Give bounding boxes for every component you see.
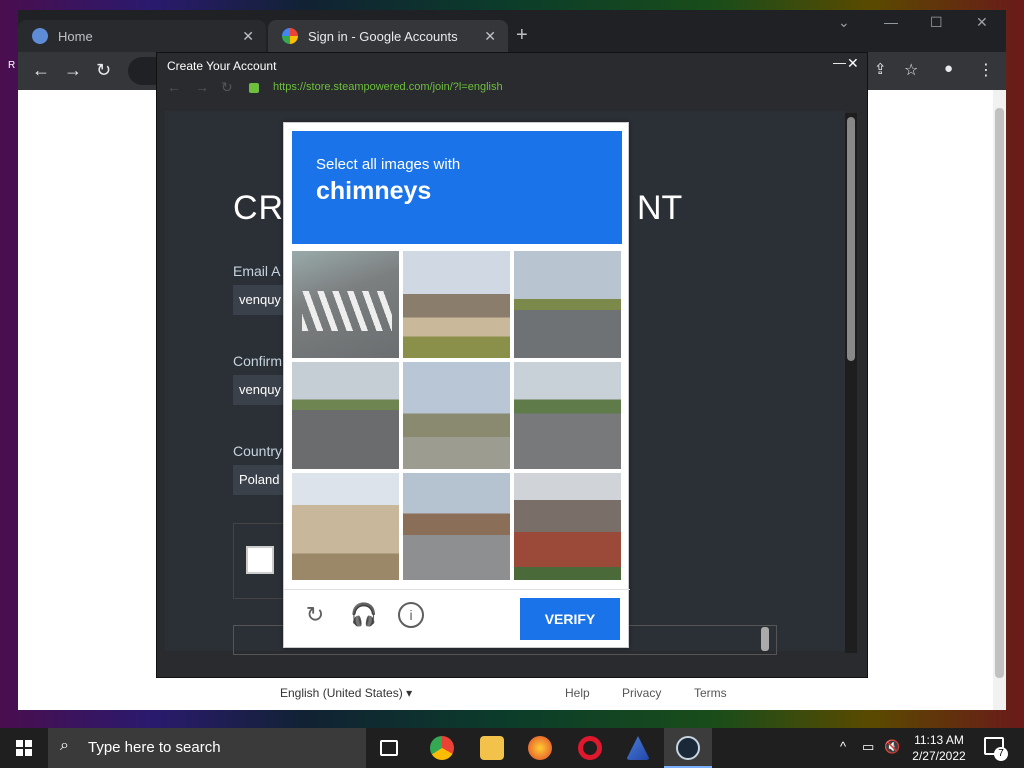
terms-link[interactable]: Terms [694,686,727,700]
captcha-tile[interactable] [403,362,510,469]
captcha-challenge: Select all images with chimneys ↻ 🎧 i VE… [283,122,630,649]
tab-search-icon[interactable]: ⌄ [838,14,850,31]
reload-icon[interactable]: ↻ [96,60,111,81]
firefox-icon[interactable] [528,736,552,760]
share-icon[interactable]: ⇪ [874,60,887,78]
google-favicon-icon [282,28,298,44]
recaptcha-checkbox[interactable] [246,546,274,574]
popup-close-icon[interactable]: ✕ [847,55,859,72]
captcha-tile[interactable] [514,473,621,580]
tab-home[interactable]: Home ✕ [18,20,266,52]
scrollbar-thumb[interactable] [995,108,1004,678]
audio-challenge-icon[interactable]: 🎧 [350,602,377,628]
captcha-tile[interactable] [292,362,399,469]
taskbar-search[interactable]: ⌕ Type here to search [48,728,366,768]
tab-label: Home [58,28,93,44]
app-icon[interactable] [626,736,650,760]
popup-scrollbar-thumb[interactable] [847,117,855,361]
popup-scrollbar[interactable] [845,113,857,653]
reload-challenge-icon[interactable]: ↻ [302,602,328,628]
search-icon: ⌕ [60,737,69,754]
captcha-instruction: Select all images with [316,156,461,173]
chrome-favicon-icon [32,28,48,44]
captcha-tile[interactable] [514,251,621,358]
close-tab-icon[interactable]: ✕ [484,28,496,45]
forward-icon[interactable]: → [64,60,82,81]
back-icon[interactable]: ← [32,60,50,81]
opera-icon[interactable] [578,736,602,760]
task-view-icon[interactable] [380,740,398,756]
captcha-tile[interactable] [403,473,510,580]
minimize-icon[interactable]: — [884,14,898,30]
confirm-email-label: Confirm [233,353,283,369]
new-tab-icon[interactable]: + [516,24,528,47]
captcha-target: chimneys [316,177,432,205]
popup-url: https://store.steampowered.com/join/?l=e… [273,81,503,93]
country-label: Country [233,443,283,459]
menu-icon[interactable]: ⋮ [978,60,994,80]
notification-icon[interactable]: 7 [984,737,1008,761]
bookmark-star-icon[interactable]: ☆ [904,60,918,80]
show-hidden-icons-icon[interactable]: ^ [840,739,846,754]
privacy-link[interactable]: Privacy [622,686,661,700]
file-explorer-icon[interactable] [480,736,504,760]
clock[interactable]: 11:13 AM 2/27/2022 [904,732,974,764]
page-heading: CR [233,189,285,227]
info-icon[interactable]: i [398,602,424,628]
network-icon[interactable]: ▭ [862,739,874,755]
captcha-image-grid [292,251,622,581]
captcha-footer: ↻ 🎧 i VERIFY [284,589,630,649]
profile-icon[interactable]: ● [944,60,953,77]
language-label: English (United States) [280,686,403,700]
help-link[interactable]: Help [565,686,590,700]
captcha-tile[interactable] [292,251,399,358]
taskbar: ⌕ Type here to search ^ ▭ 🔇 11:13 AM 2/2… [0,728,1024,768]
captcha-tile[interactable] [403,251,510,358]
steam-taskbar-button[interactable] [664,728,712,768]
tab-google-signin[interactable]: Sign in - Google Accounts ✕ [268,20,508,52]
page-heading-tail: NT [637,189,683,227]
page-scrollbar[interactable] [993,90,1006,710]
search-placeholder: Type here to search [88,739,221,756]
popup-back-icon[interactable]: ← [167,79,181,95]
maximize-icon[interactable]: ☐ [930,14,943,31]
clock-date: 2/27/2022 [912,749,966,763]
popup-forward-icon[interactable]: → [195,79,209,95]
close-tab-icon[interactable]: ✕ [242,28,254,45]
popup-reload-icon[interactable]: ↻ [221,79,233,96]
volume-muted-icon[interactable]: 🔇 [884,739,900,755]
lock-icon [249,83,259,93]
notification-count: 7 [994,747,1008,761]
language-selector[interactable]: English (United States) ▾ [280,686,412,700]
chrome-taskbar-icon[interactable] [430,736,454,760]
captcha-header: Select all images with chimneys [292,131,622,244]
popup-title: Create Your Account [167,59,277,73]
start-button[interactable] [0,728,48,768]
captcha-tile[interactable] [514,362,621,469]
clock-time: 11:13 AM [914,733,964,747]
desktop-label: R [8,60,16,71]
popup-minimize-icon[interactable]: — [833,55,846,70]
close-window-icon[interactable]: ✕ [976,14,988,31]
tab-label: Sign in - Google Accounts [308,28,458,44]
verify-button[interactable]: VERIFY [520,598,620,640]
windows-logo-icon [16,740,32,756]
email-label: Email A [233,263,281,279]
steam-icon [676,736,700,760]
inner-scrollbar-thumb[interactable] [761,627,769,651]
captcha-tile[interactable] [292,473,399,580]
crosswalk-stripes [302,291,392,331]
